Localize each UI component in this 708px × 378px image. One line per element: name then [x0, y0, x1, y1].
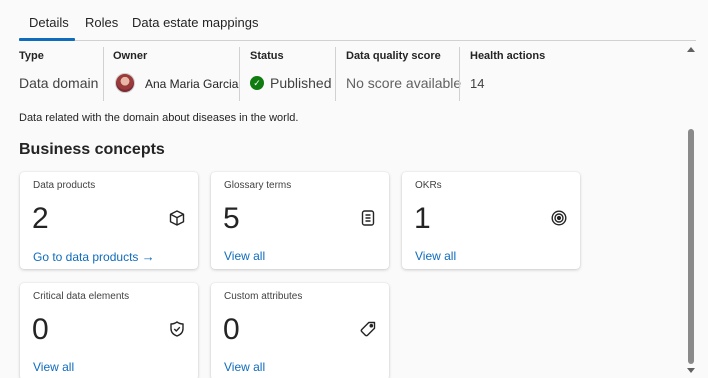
health-label: Health actions	[470, 50, 546, 62]
status-field: Status ✓ Published	[239, 47, 335, 101]
type-label: Type	[19, 50, 44, 62]
tab-data-estate-mappings[interactable]: Data estate mappings	[132, 15, 258, 30]
tab-roles[interactable]: Roles	[85, 15, 118, 30]
checkmark-circle-icon: ✓	[250, 76, 264, 90]
quality-field: Data quality score No score available	[335, 47, 462, 101]
card-count: 2	[32, 202, 49, 235]
go-to-data-products-link[interactable]: Go to data products →	[33, 249, 155, 264]
health-field: Health actions 14	[459, 47, 559, 101]
view-all-link[interactable]: View all	[224, 360, 265, 374]
scroll-up-icon[interactable]	[687, 47, 695, 52]
quality-label: Data quality score	[346, 50, 441, 62]
section-title: Business concepts	[19, 141, 165, 158]
shield-check-icon	[168, 320, 186, 338]
view-all-link[interactable]: View all	[415, 249, 456, 263]
card-okrs: OKRs 1 View all	[402, 172, 580, 269]
tag-icon	[359, 320, 377, 338]
card-count: 0	[223, 313, 240, 346]
tab-bar: Details Roles Data estate mappings	[19, 0, 696, 41]
domain-description: Data related with the domain about disea…	[19, 112, 299, 124]
card-title: Data products	[33, 180, 96, 191]
scrollbar-thumb[interactable]	[688, 129, 694, 364]
avatar[interactable]	[115, 73, 135, 93]
card-title: Glossary terms	[224, 180, 292, 191]
card-count: 1	[414, 202, 431, 235]
summary-row: Type Data domain Owner Ana Maria Garcia …	[19, 47, 678, 101]
card-count: 0	[32, 313, 49, 346]
card-custom-attributes: Custom attributes 0 View all	[211, 283, 389, 378]
view-all-link[interactable]: View all	[33, 360, 74, 374]
tab-details[interactable]: Details	[19, 15, 75, 41]
card-title: Critical data elements	[33, 291, 130, 302]
owner-name[interactable]: Ana Maria Garcia	[145, 77, 238, 91]
status-value: Published	[270, 75, 332, 91]
card-count: 5	[223, 202, 240, 235]
vertical-scrollbar[interactable]	[686, 44, 696, 378]
card-glossary-terms: Glossary terms 5 View all	[211, 172, 389, 269]
cube-icon	[168, 209, 186, 227]
view-all-link[interactable]: View all	[224, 249, 265, 263]
type-value: Data domain	[19, 75, 99, 91]
arrow-right-icon: →	[141, 249, 155, 264]
owner-label: Owner	[113, 50, 148, 62]
target-icon	[550, 209, 568, 227]
document-icon	[359, 209, 377, 227]
scroll-down-icon[interactable]	[687, 368, 695, 373]
card-critical-data-elements: Critical data elements 0 View all	[20, 283, 198, 378]
card-data-products: Data products 2 Go to data products →	[20, 172, 198, 269]
type-field: Type Data domain	[19, 47, 103, 101]
health-value[interactable]: 14	[470, 76, 484, 91]
card-title: OKRs	[415, 180, 442, 191]
quality-value: No score available	[346, 75, 462, 91]
card-title: Custom attributes	[224, 291, 303, 302]
status-label: Status	[250, 50, 284, 62]
owner-field: Owner Ana Maria Garcia	[103, 47, 239, 101]
